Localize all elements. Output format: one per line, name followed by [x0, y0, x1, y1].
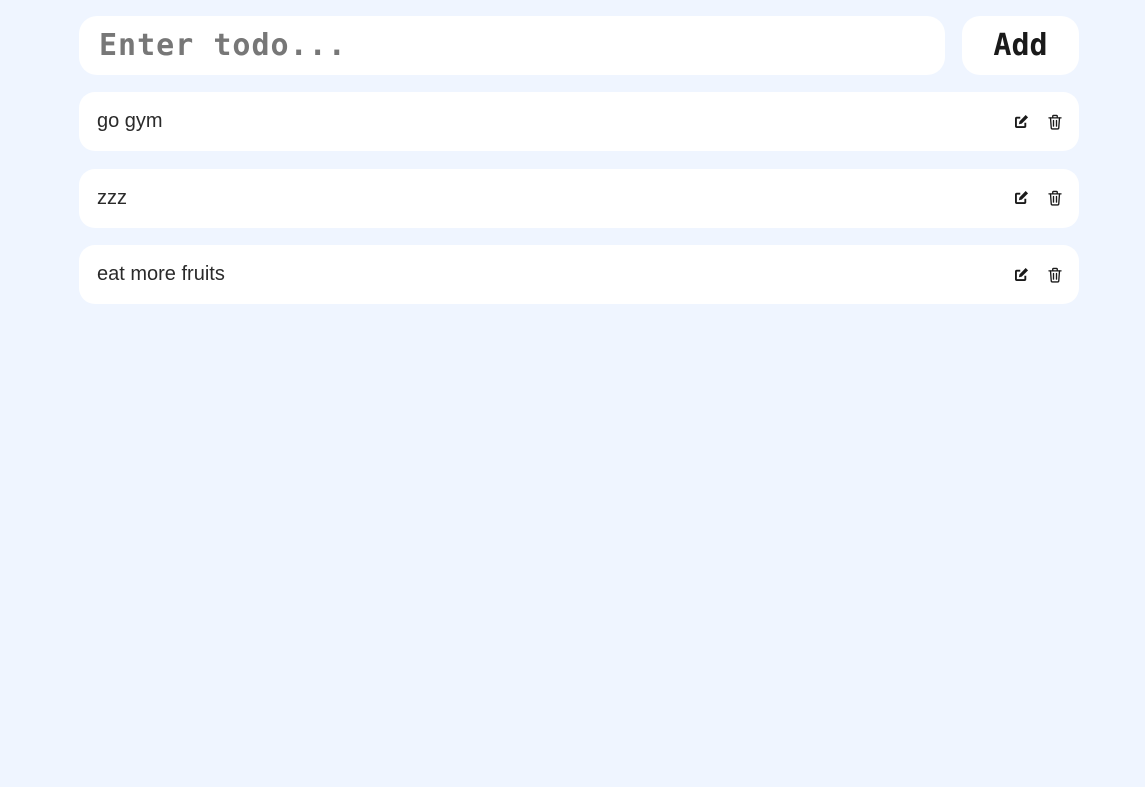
delete-button[interactable] — [1045, 188, 1065, 208]
todo-item: go gym — [79, 92, 1079, 151]
todo-actions — [1011, 265, 1065, 285]
edit-icon — [1015, 190, 1029, 204]
delete-button[interactable] — [1045, 112, 1065, 132]
todo-actions — [1011, 112, 1065, 132]
todo-input[interactable] — [79, 16, 945, 75]
todo-item: zzz — [79, 168, 1079, 228]
add-button[interactable]: Add — [962, 16, 1079, 75]
trash-icon — [1048, 114, 1062, 130]
todo-text: zzz — [97, 186, 127, 209]
delete-button[interactable] — [1045, 265, 1065, 285]
edit-button[interactable] — [1011, 265, 1031, 285]
todo-text: eat more fruits — [97, 263, 225, 285]
todo-app: Add go gym — [0, 0, 1145, 787]
edit-icon — [1015, 114, 1029, 128]
trash-icon — [1048, 190, 1062, 206]
edit-icon — [1015, 267, 1029, 281]
todo-actions — [1011, 188, 1065, 208]
todo-input-row: Add — [79, 16, 1079, 75]
todo-text: go gym — [97, 110, 163, 132]
edit-button[interactable] — [1011, 188, 1031, 208]
trash-icon — [1048, 267, 1062, 283]
todo-item: eat more fruits — [79, 245, 1079, 304]
edit-button[interactable] — [1011, 112, 1031, 132]
todo-list: go gym zzz eat more fruits — [79, 92, 1079, 322]
